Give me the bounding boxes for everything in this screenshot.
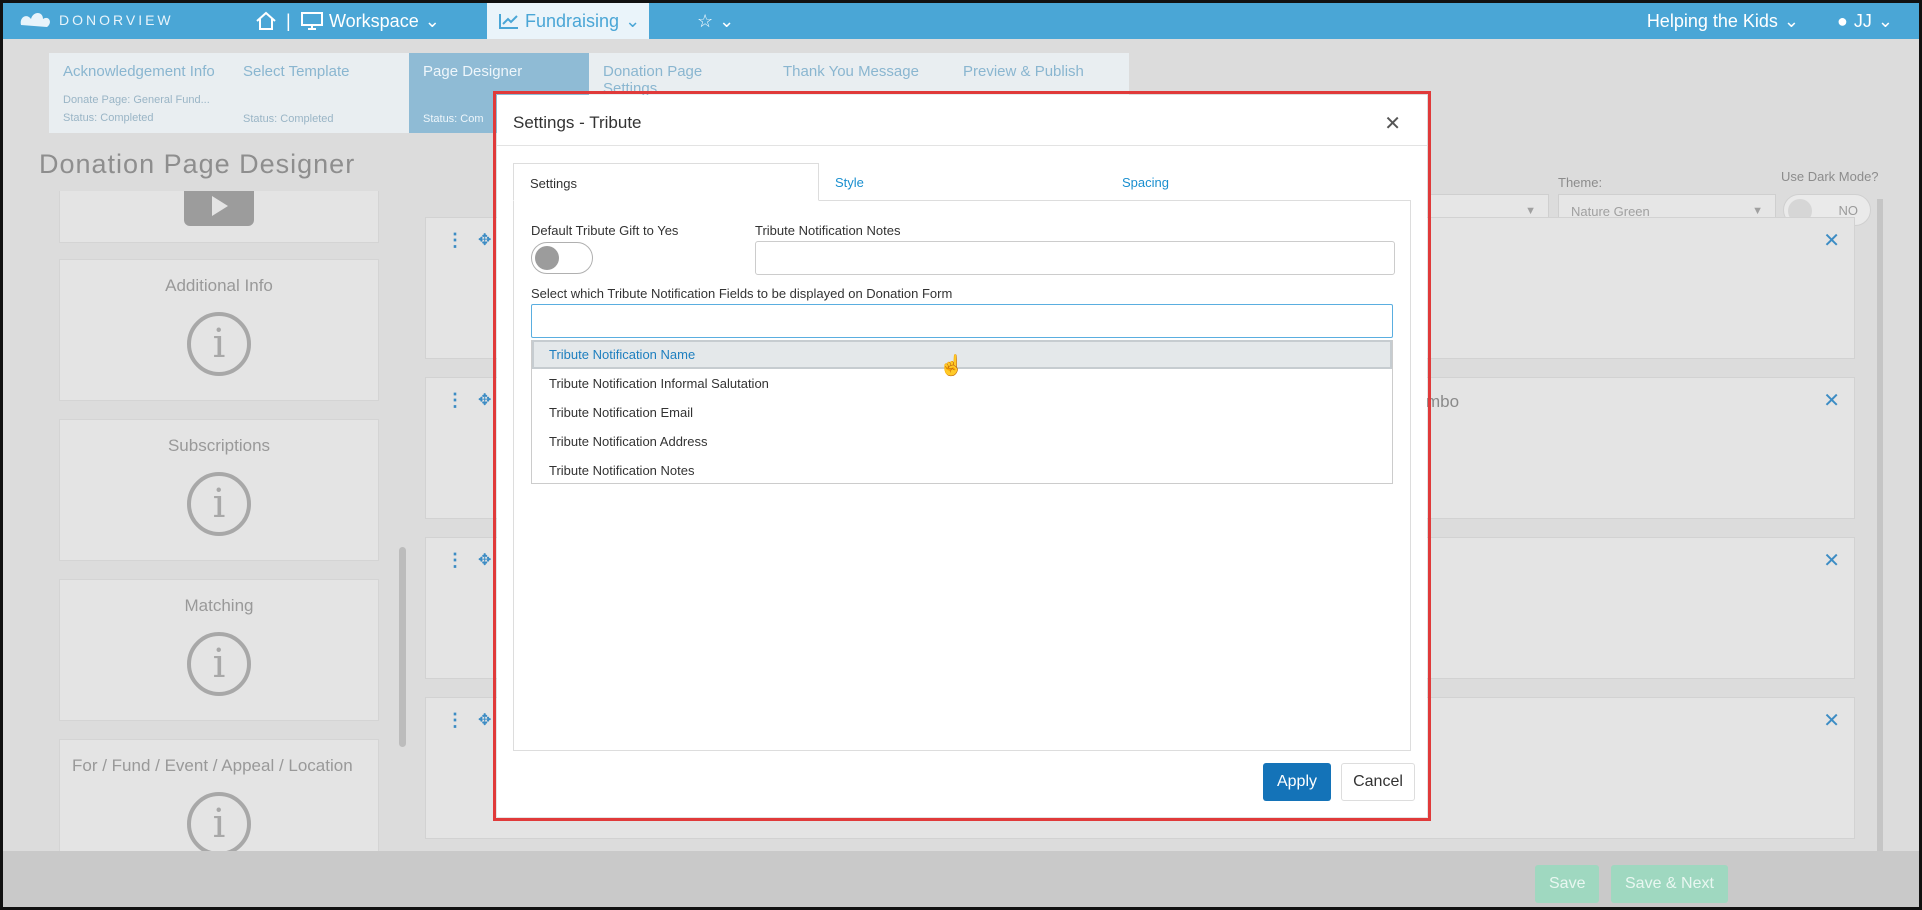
chevron-down-icon: ⌄ bbox=[1783, 10, 1799, 31]
chevron-down-icon: ⌄ bbox=[1877, 10, 1893, 31]
close-icon[interactable]: ✕ bbox=[1823, 388, 1840, 413]
default-tribute-label: Default Tribute Gift to Yes bbox=[531, 223, 679, 238]
user-initials: JJ bbox=[1853, 10, 1872, 31]
chevron-down-icon: ⌄ bbox=[719, 10, 735, 31]
palette-scrollbar[interactable] bbox=[399, 547, 406, 747]
move-handle-icon[interactable]: ✥ bbox=[478, 390, 491, 410]
favorites-menu[interactable]: ☆ ⌄ bbox=[697, 3, 734, 39]
theme-label: Theme: bbox=[1558, 175, 1603, 190]
caret-down-icon: ▼ bbox=[1752, 205, 1763, 217]
tribute-notes-input[interactable] bbox=[755, 241, 1395, 275]
donorview-logo bbox=[20, 13, 50, 27]
step-select-template[interactable]: Select Template Status: Completed bbox=[229, 53, 409, 133]
notes-label: Tribute Notification Notes bbox=[755, 223, 901, 238]
modal-tabs: Settings Style Spacing bbox=[513, 163, 1411, 201]
save-button[interactable]: Save bbox=[1535, 865, 1600, 903]
kebab-menu-icon[interactable]: ⋮ bbox=[446, 230, 464, 251]
fundraising-menu[interactable]: Fundraising ⌄ bbox=[487, 3, 649, 39]
close-icon[interactable]: ✕ bbox=[1823, 708, 1840, 733]
home-icon bbox=[256, 11, 276, 30]
workspace-menu[interactable]: Workspace ⌄ bbox=[301, 3, 440, 39]
default-tribute-toggle[interactable] bbox=[531, 242, 593, 274]
step-status: Status: Completed bbox=[63, 112, 154, 124]
move-handle-icon[interactable]: ✥ bbox=[478, 230, 491, 250]
close-icon[interactable]: ✕ bbox=[1823, 548, 1840, 573]
bottom-action-bar: Save Save & Next bbox=[3, 851, 1919, 907]
step-name: Select Template bbox=[243, 63, 350, 80]
subscriptions-card[interactable]: Subscriptions i bbox=[59, 419, 379, 561]
step-name: Acknowledgement Info bbox=[63, 63, 215, 80]
save-next-button[interactable]: Save & Next bbox=[1611, 865, 1728, 903]
step-name: Preview & Publish bbox=[963, 63, 1084, 80]
step-status: Status: Completed bbox=[243, 113, 334, 125]
dropdown-option[interactable]: Tribute Notification Email bbox=[532, 398, 1392, 427]
chevron-down-icon: ⌄ bbox=[424, 10, 440, 31]
apply-button[interactable]: Apply bbox=[1263, 763, 1331, 801]
video-play-icon bbox=[184, 191, 254, 226]
dropdown-option[interactable]: Tribute Notification Notes bbox=[532, 456, 1392, 485]
close-icon[interactable]: ✕ bbox=[1384, 111, 1401, 136]
step-name: Page Designer bbox=[423, 63, 523, 80]
brand[interactable]: DONORVIEW bbox=[17, 9, 174, 31]
top-nav-bar: DONORVIEW | Workspace ⌄ Fundraising ⌄ ☆ … bbox=[3, 3, 1919, 39]
element-palette: Additional Info i Subscriptions i Matchi… bbox=[55, 191, 385, 907]
kebab-menu-icon[interactable]: ⋮ bbox=[446, 550, 464, 571]
brand-name: DONORVIEW bbox=[59, 12, 174, 28]
kebab-menu-icon[interactable]: ⋮ bbox=[446, 390, 464, 411]
modal-title: Settings - Tribute bbox=[513, 113, 642, 132]
home-nav[interactable] bbox=[255, 3, 277, 39]
kebab-menu-icon[interactable]: ⋮ bbox=[446, 710, 464, 731]
toggle-knob bbox=[535, 246, 559, 270]
user-circle-icon: ● bbox=[1837, 10, 1848, 31]
star-icon: ☆ bbox=[697, 10, 714, 31]
matching-card[interactable]: Matching i bbox=[59, 579, 379, 721]
page-title: Donation Page Designer bbox=[39, 149, 356, 179]
step-acknowledgement-info[interactable]: Acknowledgement Info Donate Page: Genera… bbox=[49, 53, 229, 133]
dark-mode-label: Use Dark Mode? bbox=[1781, 169, 1879, 184]
cancel-button[interactable]: Cancel bbox=[1341, 763, 1415, 801]
card-title: For / Fund / Event / Appeal / Location bbox=[72, 756, 353, 775]
info-icon: i bbox=[187, 312, 251, 376]
video-element-card[interactable] bbox=[59, 191, 379, 243]
step-name: Thank You Message bbox=[783, 63, 919, 80]
user-menu[interactable]: ● JJ ⌄ bbox=[1837, 3, 1893, 39]
tab-settings[interactable]: Settings bbox=[513, 163, 819, 201]
fields-label: Select which Tribute Notification Fields… bbox=[531, 286, 953, 301]
move-handle-icon[interactable]: ✥ bbox=[478, 550, 491, 570]
card-title: Additional Info bbox=[165, 276, 273, 295]
step-subtitle: Donate Page: General Fund... bbox=[63, 94, 210, 106]
caret-down-icon: ▼ bbox=[1525, 205, 1536, 217]
chart-line-icon bbox=[499, 14, 518, 29]
app-window: DONORVIEW | Workspace ⌄ Fundraising ⌄ ☆ … bbox=[0, 0, 1922, 910]
close-icon[interactable]: ✕ bbox=[1823, 228, 1840, 253]
info-icon: i bbox=[187, 632, 251, 696]
workspace-label: Workspace bbox=[329, 10, 419, 31]
info-icon: i bbox=[187, 792, 251, 856]
dark-mode-value: NO bbox=[1838, 203, 1859, 218]
additional-info-card[interactable]: Additional Info i bbox=[59, 259, 379, 401]
organization-label: Helping the Kids bbox=[1646, 10, 1778, 31]
tab-style[interactable]: Style bbox=[819, 163, 880, 201]
fundraising-label: Fundraising bbox=[525, 10, 620, 31]
tribute-fields-multiselect[interactable] bbox=[531, 304, 1393, 338]
card-title: Subscriptions bbox=[167, 436, 271, 455]
tab-spacing[interactable]: Spacing bbox=[1106, 163, 1185, 201]
card-title: Matching bbox=[184, 596, 254, 615]
monitor-icon bbox=[301, 12, 323, 30]
dropdown-option[interactable]: Tribute Notification Address bbox=[532, 427, 1392, 456]
chevron-down-icon: ⌄ bbox=[625, 10, 641, 31]
info-icon: i bbox=[187, 472, 251, 536]
divider bbox=[497, 145, 1427, 146]
tribute-settings-modal: Settings - Tribute ✕ Settings Style Spac… bbox=[497, 95, 1427, 817]
canvas-scrollbar[interactable] bbox=[1877, 199, 1883, 879]
move-handle-icon[interactable]: ✥ bbox=[478, 710, 491, 730]
nav-separator: | bbox=[286, 10, 291, 31]
organization-menu[interactable]: Helping the Kids ⌄ bbox=[1647, 3, 1799, 39]
hand-cursor-icon: ☝ bbox=[939, 355, 964, 377]
